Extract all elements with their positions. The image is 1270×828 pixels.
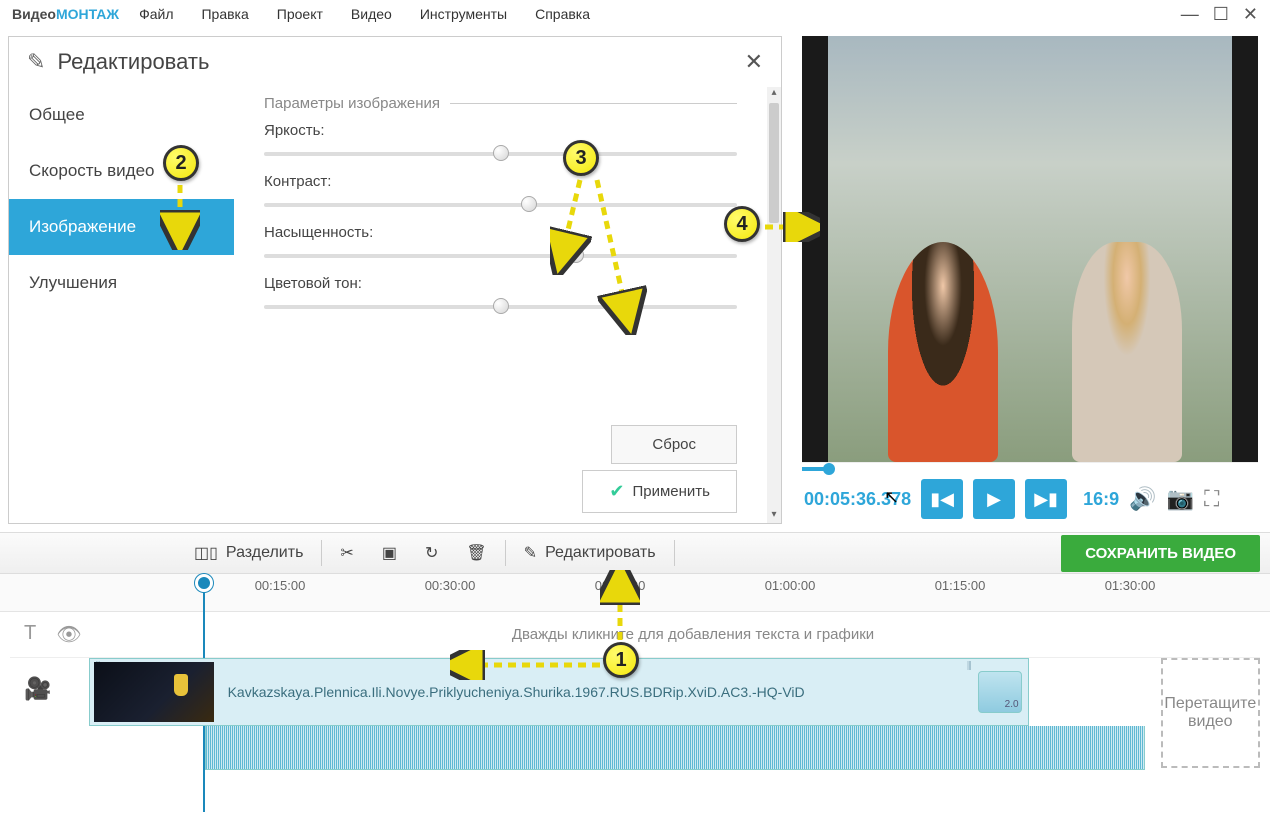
scissors-icon: ✂ [340, 543, 353, 563]
tab-general[interactable]: Общее [9, 87, 234, 143]
tab-image[interactable]: Изображение [9, 199, 234, 255]
annotation-3: 3 [563, 140, 599, 176]
maximize-icon[interactable]: ☐ [1213, 4, 1229, 25]
scrollbar[interactable]: ▴ ▾ [767, 87, 781, 523]
rotate-icon: ↻ [425, 543, 438, 563]
progress-bar[interactable] [802, 462, 1258, 474]
ruler-tick: 00:30:00 [425, 578, 476, 593]
tab-improve[interactable]: Улучшения [9, 255, 234, 311]
label-saturation: Насыщенность: [264, 224, 737, 241]
clip-filename: Kavkazskaya.Plennica.Ili.Novye.Priklyuch… [228, 684, 805, 700]
edit-button[interactable]: ✎Редактировать [510, 543, 670, 563]
ruler-tick: 00:15:00 [255, 578, 306, 593]
menu-tools[interactable]: Инструменты [420, 6, 507, 22]
scroll-thumb[interactable] [769, 103, 779, 223]
annotation-2: 2 [163, 145, 199, 181]
split-icon: ◫▯ [194, 543, 218, 563]
reset-button[interactable]: Сброс [611, 425, 737, 464]
crop-button[interactable]: ▣ [368, 543, 411, 563]
crop-icon: ▣ [382, 543, 397, 563]
edit-icon: ✎ [27, 49, 45, 75]
check-icon: ✔ [609, 481, 624, 502]
snapshot-icon[interactable]: 📷 [1167, 486, 1194, 512]
clip-badge: 2.0 [978, 671, 1022, 713]
timeline: T 👁 Дважды кликните для добавления текст… [0, 612, 1270, 780]
ruler-tick: 00:45:00 [595, 578, 646, 593]
clip-thumbnail [94, 662, 214, 722]
volume-icon[interactable]: 🔊 [1129, 486, 1156, 512]
clip-handle-right[interactable]: ⫼ [967, 661, 972, 672]
audio-waveform[interactable] [205, 726, 1145, 770]
menubar: ВидеоМОНТАЖ Файл Правка Проект Видео Инс… [0, 0, 1270, 28]
close-edit-icon[interactable]: ✕ [745, 49, 763, 75]
delete-button[interactable]: 🗑 [452, 543, 500, 563]
playhead[interactable] [195, 574, 213, 592]
rotate-button[interactable]: ↻ [411, 543, 452, 563]
timeline-toolbar: ◫▯Разделить ✂ ▣ ↻ 🗑 ✎Редактировать СОХРА… [0, 532, 1270, 574]
ruler-tick: 01:00:00 [765, 578, 816, 593]
menu-file[interactable]: Файл [139, 6, 173, 22]
menu-edit[interactable]: Правка [201, 6, 248, 22]
ruler-tick: 01:15:00 [935, 578, 986, 593]
split-button[interactable]: ◫▯Разделить [180, 543, 317, 563]
ruler-tick: 01:30:00 [1105, 578, 1156, 593]
slider-saturation[interactable] [264, 247, 737, 263]
prev-button[interactable]: ▮◀ [921, 479, 963, 519]
edit-title: Редактировать [57, 49, 209, 75]
preview [802, 36, 1258, 462]
trash-icon: 🗑 [466, 543, 486, 563]
edit-icon: ✎ [524, 543, 537, 563]
annotation-1: 1 [603, 642, 639, 678]
scroll-down-icon[interactable]: ▾ [767, 509, 781, 523]
next-button[interactable]: ▶▮ [1025, 479, 1067, 519]
menu-project[interactable]: Проект [277, 6, 323, 22]
slider-brightness[interactable] [264, 145, 737, 161]
menu-video[interactable]: Видео [351, 6, 392, 22]
video-clip[interactable]: ⫼ ⫼ Kavkazskaya.Plennica.Ili.Novye.Prikl… [89, 658, 1029, 726]
video-track-icon[interactable]: 🎥 [24, 676, 51, 701]
tab-speed[interactable]: Скорость видео [9, 143, 234, 199]
text-track-icon[interactable]: T [24, 622, 36, 647]
preview-person [1072, 242, 1182, 462]
text-track-hint[interactable]: Дважды кликните для добавления текста и … [126, 614, 1260, 655]
apply-button[interactable]: ✔Применить [582, 470, 737, 513]
label-hue: Цветовой тон: [264, 275, 737, 292]
fullscreen-icon[interactable]: ⛶ [1204, 486, 1219, 512]
params-title: Параметры изображения [264, 95, 737, 112]
minimize-icon[interactable]: — [1181, 4, 1199, 25]
drop-zone[interactable]: Перетащите видео [1161, 658, 1260, 768]
preview-person [888, 242, 998, 462]
slider-hue[interactable] [264, 298, 737, 314]
label-contrast: Контраст: [264, 173, 737, 190]
play-button[interactable]: ▶ [973, 479, 1015, 519]
time-ruler[interactable]: 00:15:00 00:30:00 00:45:00 01:00:00 01:1… [0, 574, 1270, 612]
params-area: Параметры изображения Яркость: Контраст:… [234, 87, 767, 523]
slider-contrast[interactable] [264, 196, 737, 212]
visibility-icon[interactable]: 👁 [56, 622, 81, 647]
aspect-ratio[interactable]: 16:9 [1083, 489, 1119, 510]
cursor-icon: ↖ [884, 487, 899, 508]
app-logo: ВидеоМОНТАЖ [12, 6, 119, 22]
save-video-button[interactable]: СОХРАНИТЬ ВИДЕО [1061, 535, 1260, 572]
close-icon[interactable]: ✕ [1243, 4, 1258, 25]
cut-button[interactable]: ✂ [326, 543, 367, 563]
annotation-4: 4 [724, 206, 760, 242]
menu-help[interactable]: Справка [535, 6, 590, 22]
label-brightness: Яркость: [264, 122, 737, 139]
edit-panel: ✎ Редактировать ✕ Общее Скорость видео И… [8, 36, 782, 524]
scroll-up-icon[interactable]: ▴ [767, 87, 781, 101]
